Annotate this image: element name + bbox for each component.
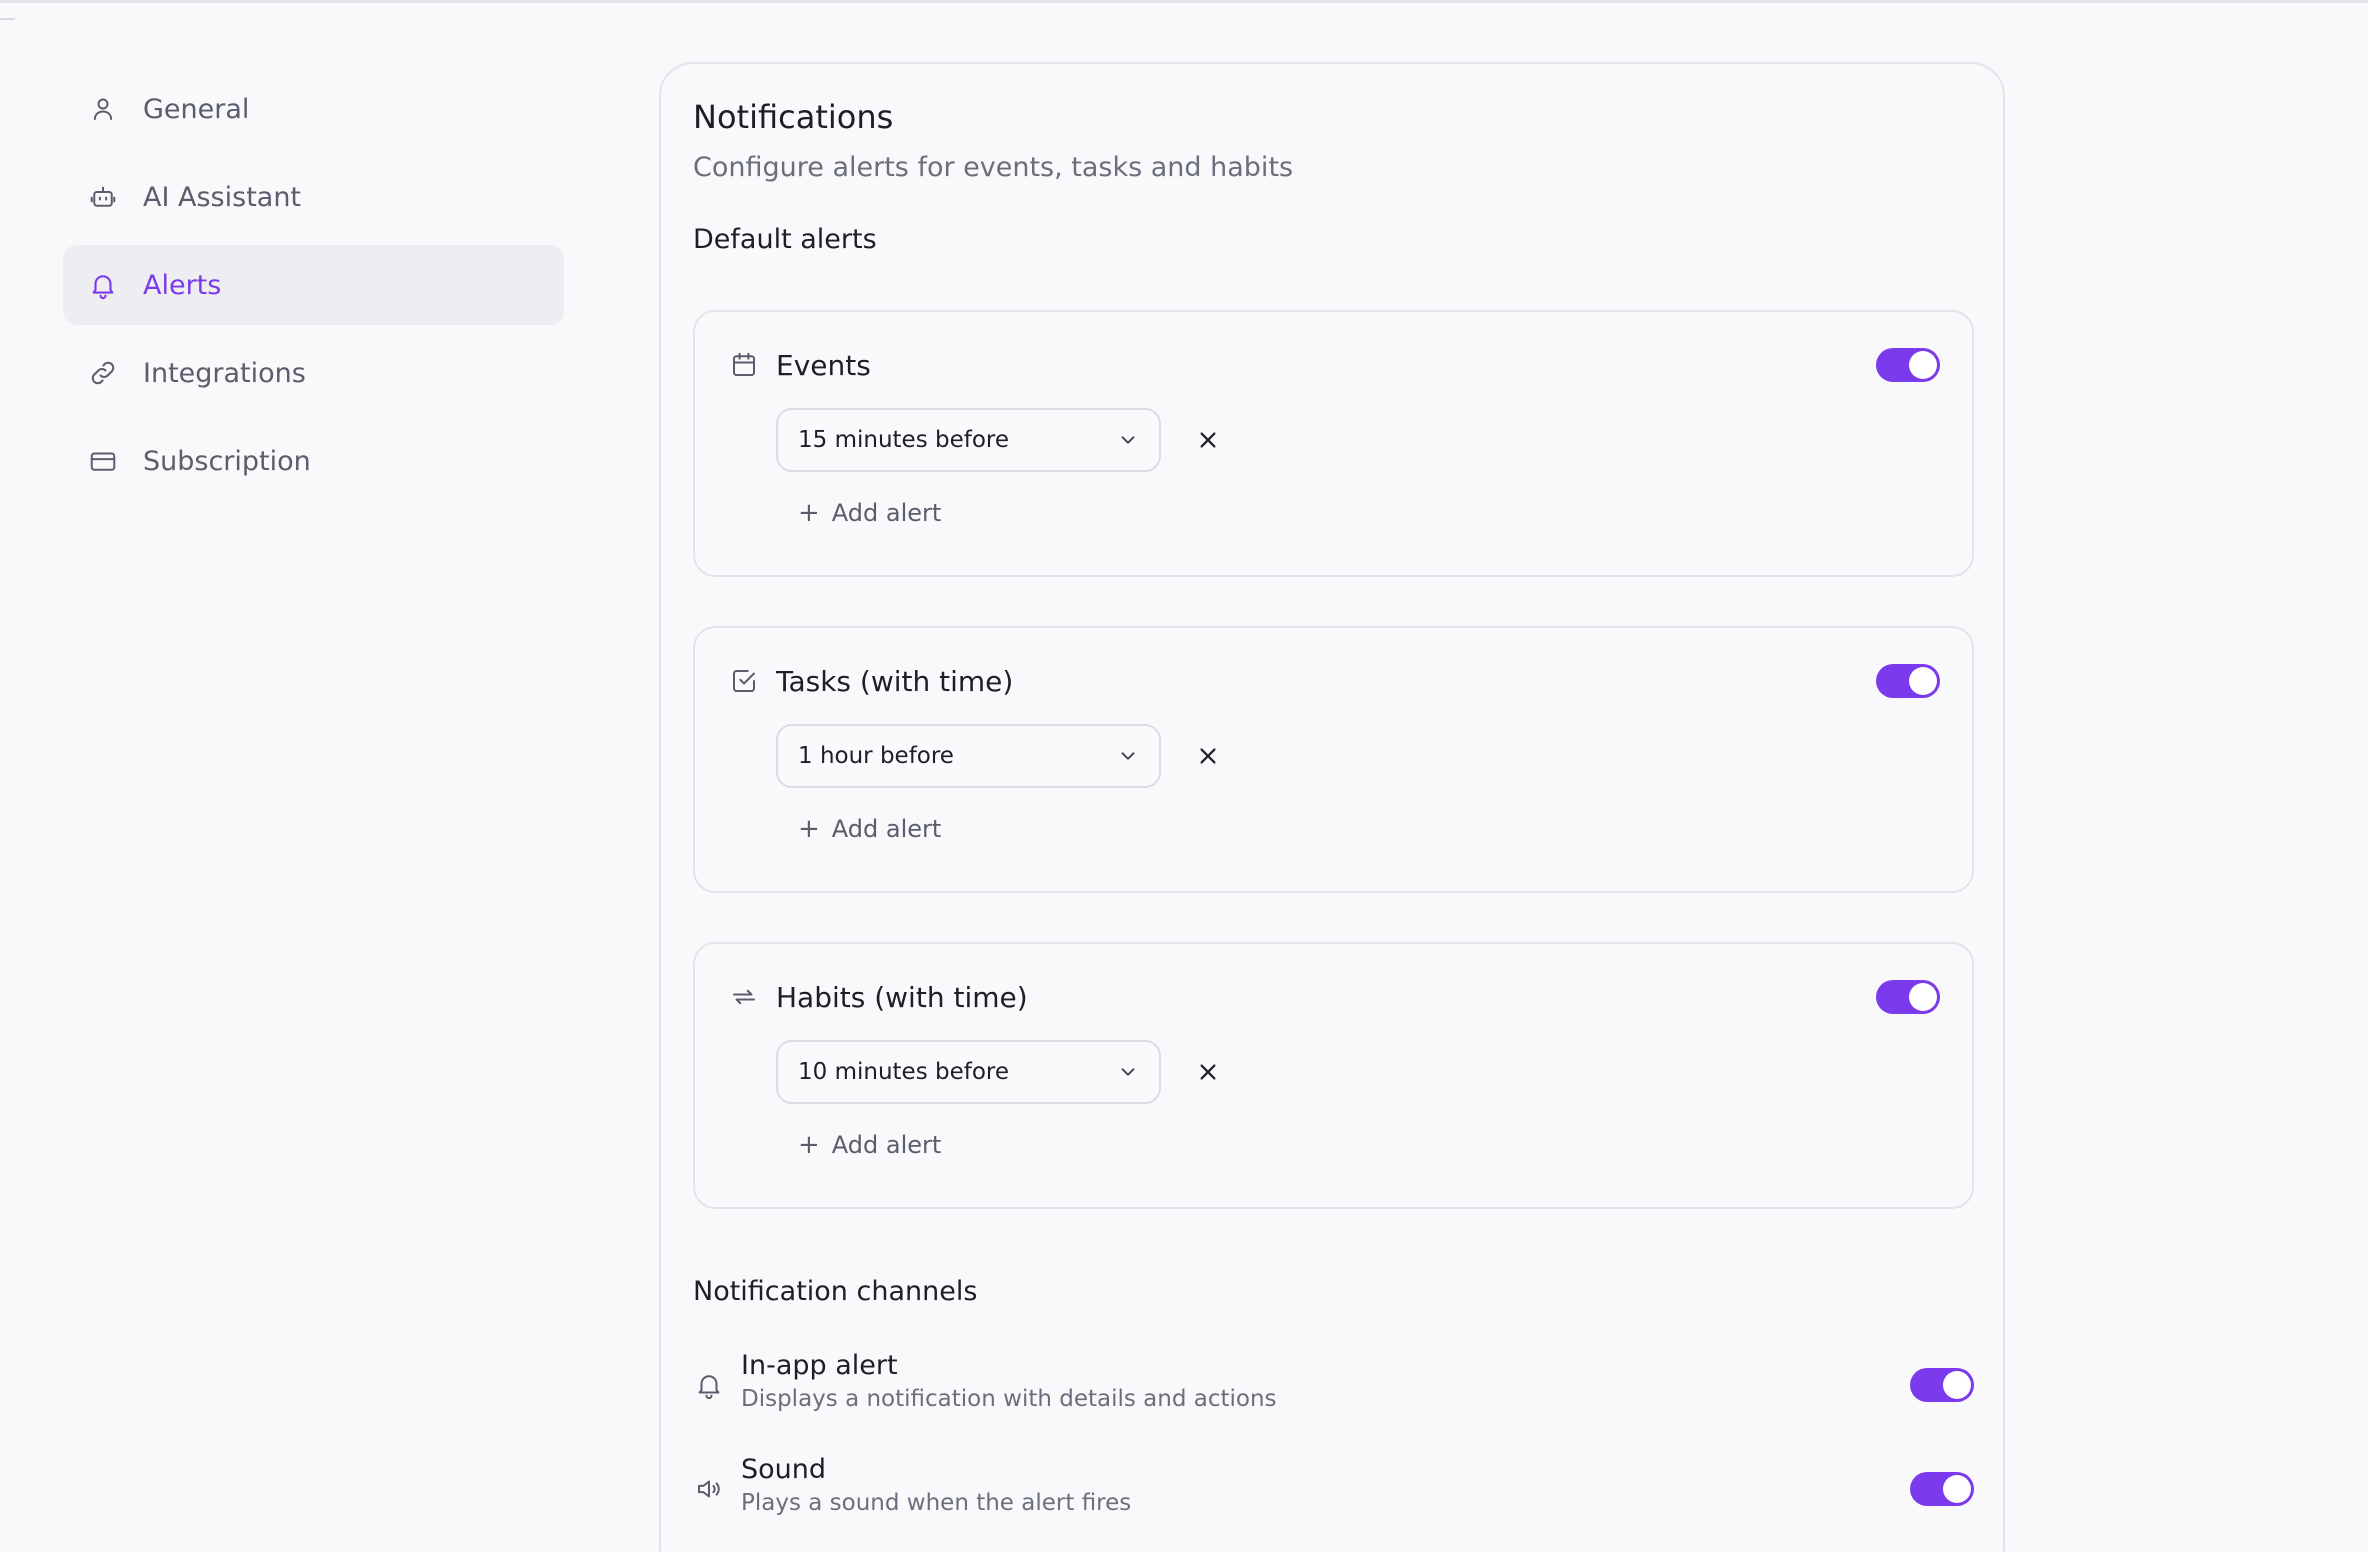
add-alert-button[interactable]: + Add alert — [798, 1130, 941, 1160]
sidebar-item-ai-assistant[interactable]: AI Assistant — [63, 157, 564, 237]
sidebar-item-label: Integrations — [143, 357, 306, 389]
habits-alert-select[interactable]: 10 minutes before — [776, 1040, 1161, 1104]
add-alert-button[interactable]: + Add alert — [798, 814, 941, 844]
channel-sound: Sound Plays a sound when the alert fires — [693, 1454, 1974, 1526]
add-alert-label: Add alert — [831, 1131, 942, 1159]
in-app-alert-toggle[interactable] — [1910, 1368, 1974, 1402]
events-alert-select[interactable]: 15 minutes before — [776, 408, 1161, 472]
add-alert-button[interactable]: + Add alert — [798, 498, 941, 528]
alert-group-label: Habits (with time) — [776, 980, 1028, 1014]
page-title: Notifications — [693, 98, 894, 136]
alert-group-label: Events — [776, 348, 871, 382]
repeat-icon — [728, 981, 760, 1013]
chevron-down-icon — [1121, 1068, 1135, 1076]
chevron-down-icon — [1121, 752, 1135, 760]
select-value: 10 minutes before — [798, 1059, 1010, 1085]
sidebar-item-label: Alerts — [143, 269, 222, 301]
sidebar-item-integrations[interactable]: Integrations — [63, 333, 564, 413]
robot-icon — [87, 181, 119, 213]
sidebar-item-alerts[interactable]: Alerts — [63, 245, 564, 325]
top-dash — [0, 18, 15, 20]
remove-alert-button[interactable] — [1193, 1057, 1223, 1087]
close-icon — [1200, 432, 1216, 448]
sidebar-item-label: General — [143, 93, 250, 125]
select-value: 1 hour before — [798, 743, 954, 769]
plus-icon: + — [798, 1130, 820, 1160]
sidebar-item-label: AI Assistant — [143, 181, 302, 213]
settings-sidebar: General AI Assistant Alerts Integrations… — [63, 69, 564, 509]
habits-alert-card: Habits (with time) 10 minutes before + A… — [693, 942, 1974, 1209]
credit-card-icon — [87, 445, 119, 477]
sound-toggle[interactable] — [1910, 1472, 1974, 1506]
channel-in-app-alert: In-app alert Displays a notification wit… — [693, 1350, 1974, 1422]
calendar-icon — [728, 349, 760, 381]
sidebar-item-general[interactable]: General — [63, 69, 564, 149]
channel-title: In-app alert — [741, 1350, 898, 1381]
select-value: 15 minutes before — [798, 427, 1010, 453]
alert-group-label: Tasks (with time) — [776, 664, 1014, 698]
channel-description: Displays a notification with details and… — [741, 1386, 1277, 1412]
bell-icon — [87, 269, 119, 301]
channel-title: Sound — [741, 1454, 827, 1485]
plus-icon: + — [798, 814, 820, 844]
remove-alert-button[interactable] — [1193, 741, 1223, 771]
habits-toggle[interactable] — [1876, 980, 1940, 1014]
top-border — [0, 0, 2368, 3]
remove-alert-button[interactable] — [1193, 425, 1223, 455]
events-alert-card: Events 15 minutes before + Add alert — [693, 310, 1974, 577]
page-subtitle: Configure alerts for events, tasks and h… — [693, 152, 1294, 183]
default-alerts-heading: Default alerts — [693, 224, 877, 255]
close-icon — [1200, 1064, 1216, 1080]
user-icon — [87, 93, 119, 125]
close-icon — [1200, 748, 1216, 764]
notifications-panel: Notifications Configure alerts for event… — [659, 62, 2005, 1552]
tasks-alert-card: Tasks (with time) 1 hour before + Add al… — [693, 626, 1974, 893]
bell-icon — [693, 1369, 725, 1401]
tasks-toggle[interactable] — [1876, 664, 1940, 698]
speaker-icon — [693, 1473, 725, 1505]
sidebar-item-subscription[interactable]: Subscription — [63, 421, 564, 501]
chevron-down-icon — [1121, 436, 1135, 444]
plus-icon: + — [798, 498, 820, 528]
events-toggle[interactable] — [1876, 348, 1940, 382]
checkbox-icon — [728, 665, 760, 697]
notification-channels-heading: Notification channels — [693, 1276, 978, 1307]
tasks-alert-select[interactable]: 1 hour before — [776, 724, 1161, 788]
link-icon — [87, 357, 119, 389]
sidebar-item-label: Subscription — [143, 445, 311, 477]
channel-description: Plays a sound when the alert fires — [741, 1490, 1132, 1516]
add-alert-label: Add alert — [831, 815, 942, 843]
add-alert-label: Add alert — [831, 499, 942, 527]
